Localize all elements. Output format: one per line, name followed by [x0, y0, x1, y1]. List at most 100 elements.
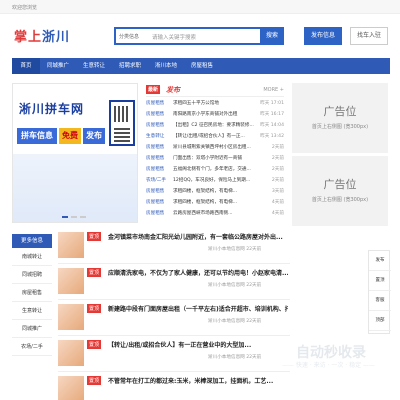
news-row[interactable]: 房屋租售 求租四五十平方公馆地 昨天 17:01 [146, 99, 284, 109]
qr-code-icon [109, 100, 135, 146]
top-icon[interactable]: 置顶 [369, 271, 391, 291]
news-title-text[interactable]: 五福阁北侧有个门，多年老店，交通... [173, 166, 259, 172]
news-title-text[interactable]: 【转让/出租/或招合伙人】有一正... [173, 133, 259, 139]
watermark-line2: —— 快速 · 来访 · 一次 · 稳定 —— [282, 362, 375, 369]
search-button[interactable]: 搜索 [260, 27, 284, 45]
list-item[interactable]: 置顶 【转让/出租/或招合伙人】有一正在营业中的大型加... 淅川小本地信息网 … [58, 338, 290, 372]
support-icon[interactable]: 客服 [369, 291, 391, 311]
news-title-text[interactable]: 求租四楼，框架结构，有电梯... [173, 199, 259, 205]
news-time: 昨天 14:04 [260, 123, 284, 128]
news-category[interactable]: 房屋租售 [146, 144, 164, 150]
listing-meta: 淅川小本地信息网 22天前 [208, 283, 262, 288]
news-row[interactable]: 房屋租售 南阳路南京小学东商铺对外出租 昨天 16:17 [146, 110, 284, 120]
carousel-dot-1[interactable] [62, 216, 68, 218]
news-row[interactable]: 房屋租售 淅川县城荆紫关镇西坪村小区房出租... 2天前 [146, 143, 284, 153]
side-item[interactable]: 同城招聘 [12, 266, 52, 284]
news-row[interactable]: 房屋租售 求租四楼，框架结构，有电梯... 3天前 [146, 187, 284, 197]
news-time: 昨天 13:42 [260, 134, 284, 139]
carousel-dot-3[interactable] [80, 216, 86, 218]
news-title-text[interactable]: 【出租】C2 征召民房地：要求精装修... [173, 122, 259, 128]
carousel-dot-2[interactable] [71, 216, 77, 218]
search-box: 分类信息 请输入关键字搜索 搜索 [114, 27, 284, 45]
nav-item-housing[interactable]: 房屋租售 [184, 58, 220, 74]
list-item[interactable]: 置顶 应顺清洗家电，不仅为了家人健康，还可以节约用电！小赵家电清... 淅川小本… [58, 266, 290, 300]
news-header: 最新 发布 MORE + [146, 83, 284, 97]
listing-meta: 淅川小本地信息网 22天前 [208, 319, 262, 324]
listing-title[interactable]: 金河镇菜市场南金汇阳光幼儿园附近，有一套临公路房屋对外出... [108, 232, 288, 241]
listing-thumbnail[interactable] [58, 232, 84, 258]
news-time: 2天前 [271, 178, 284, 183]
news-row[interactable]: 房屋租售 门面出售：双塔小学附近有一商铺 2天前 [146, 154, 284, 164]
news-title-text[interactable]: 求租四楼，框架结构，有电梯... [173, 188, 259, 194]
side-item[interactable]: 房屋租售 [12, 284, 52, 302]
news-category[interactable]: 房屋租售 [146, 199, 164, 205]
ad-slot-2[interactable]: 广告位 首页上右侧图 (宽300px) [292, 156, 388, 226]
nav-item-business[interactable]: 生意转让 [76, 58, 112, 74]
news-title-text[interactable]: 求租四五十平方公馆地 [173, 100, 259, 106]
news-category[interactable]: 房屋租售 [146, 122, 164, 128]
news-time: 昨天 17:01 [260, 101, 284, 106]
nav-item-home[interactable]: 首页 [12, 58, 40, 74]
listing-thumbnail[interactable] [58, 340, 84, 366]
side-item[interactable]: 生意转让 [12, 302, 52, 320]
listing-title[interactable]: 不管常年在打工的都过来:玉米，米棒深加工，挂面机，工艺... [108, 376, 288, 385]
find-car-button[interactable]: 找车入驻 [350, 27, 388, 45]
pinned-badge: 置顶 [87, 268, 102, 277]
news-category[interactable]: 房屋租售 [146, 111, 164, 117]
news-more-link[interactable]: MORE + [263, 87, 284, 93]
listing-title[interactable]: 【转让/出租/或招合伙人】有一正在营业中的大型加... [108, 340, 288, 349]
watermark: 自动秒收录 —— 快速 · 来访 · 一次 · 稳定 —— [270, 336, 396, 376]
listing-title[interactable]: 新建路中段有门面房屋出租（一千平左右)适合开超市、培训机构、托... [108, 304, 288, 313]
carousel-banner[interactable]: 淅川拼车网 拼车信息 免费 发布 [12, 83, 138, 223]
listing-title[interactable]: 应顺清洗家电，不仅为了家人健康，还可以节约用电！小赵家电清... [108, 268, 288, 277]
news-category[interactable]: 房屋租售 [146, 210, 164, 216]
list-item[interactable]: 置顶 金河镇菜市场南金汇阳光幼儿园附近，有一套临公路房屋对外出... 淅川小本地… [58, 230, 290, 264]
news-category[interactable]: 房屋租售 [146, 155, 164, 161]
side-item[interactable]: 农场/二手 [12, 338, 52, 356]
news-row[interactable]: 房屋租售 五福阁北侧有个门，多年老店，交通... 2天前 [146, 165, 284, 175]
news-title-text[interactable]: 12招QQ，车况良好，保险马上到期... [173, 177, 259, 183]
news-row[interactable]: 房屋租售 【出租】C2 征召民房地：要求精装修... 昨天 14:04 [146, 121, 284, 131]
pinned-badge: 置顶 [87, 376, 102, 385]
banner-background [13, 154, 137, 222]
pinned-badge: 置顶 [87, 304, 102, 313]
post-icon[interactable]: 发布 [369, 251, 391, 271]
news-row[interactable]: 生意转让 【转让/出租/或招合伙人】有一正... 昨天 13:42 [146, 132, 284, 142]
nav-item-jobs[interactable]: 招聘求职 [112, 58, 148, 74]
list-item[interactable]: 置顶 不管常年在打工的都过来:玉米，米棒深加工，挂面机，工艺... [58, 374, 290, 400]
nav-item-local[interactable]: 淅川本地 [148, 58, 184, 74]
search-input[interactable]: 请输入关键字搜索 [152, 33, 196, 41]
news-category[interactable]: 农场/二手 [146, 177, 166, 183]
news-category[interactable]: 房屋租售 [146, 100, 164, 106]
search-scope-select[interactable]: 分类信息 [119, 33, 139, 40]
list-item[interactable]: 置顶 新建路中段有门面房屋出租（一千平左右)适合开超市、培训机构、托... 淅川… [58, 302, 290, 336]
news-title-text[interactable]: 云路房屋西峡市场路西南侧... [173, 210, 259, 216]
listing-thumbnail[interactable] [58, 268, 84, 294]
news-badge: 最新 [146, 85, 161, 94]
news-title-text[interactable]: 门面出售：双塔小学附近有一商铺 [173, 155, 259, 161]
back-to-top-icon[interactable]: 顶部 [369, 311, 391, 331]
post-info-button[interactable]: 发布信息 [304, 27, 342, 45]
news-row[interactable]: 房屋租售 求租四楼，框架结构，有电梯... 4天前 [146, 198, 284, 208]
ad-title: 广告位 [323, 178, 357, 191]
side-item[interactable]: 南城转让 [12, 248, 52, 266]
site-logo[interactable]: 掌上浙川 [14, 26, 70, 45]
banner-tag-info: 拼车信息 [17, 128, 57, 144]
news-row[interactable]: 房屋租售 云路房屋西峡市场路西南侧... 4天前 [146, 209, 284, 219]
news-time: 3天前 [271, 189, 284, 194]
banner-tag-post: 发布 [83, 128, 105, 144]
news-time: 2天前 [271, 156, 284, 161]
news-category[interactable]: 生意转让 [146, 133, 164, 139]
nav-item-promotion[interactable]: 同城推广 [40, 58, 76, 74]
news-category[interactable]: 房屋租售 [146, 166, 164, 172]
news-category[interactable]: 房屋租售 [146, 188, 164, 194]
listing-meta: 淅川小本地信息网 22天前 [208, 355, 262, 360]
news-title-text[interactable]: 淅川县城荆紫关镇西坪村小区房出租... [173, 144, 259, 150]
listing-thumbnail[interactable] [58, 304, 84, 330]
news-title-text[interactable]: 南阳路南京小学东商铺对外出租 [173, 111, 259, 117]
side-item[interactable]: 同城推广 [12, 320, 52, 338]
listing-thumbnail[interactable] [58, 376, 84, 400]
ad-slot-1[interactable]: 广告位 首页上右侧图 (宽300px) [292, 83, 388, 153]
logo-part-2: 浙川 [42, 30, 71, 45]
news-row[interactable]: 农场/二手 12招QQ，车况良好，保险马上到期... 2天前 [146, 176, 284, 186]
